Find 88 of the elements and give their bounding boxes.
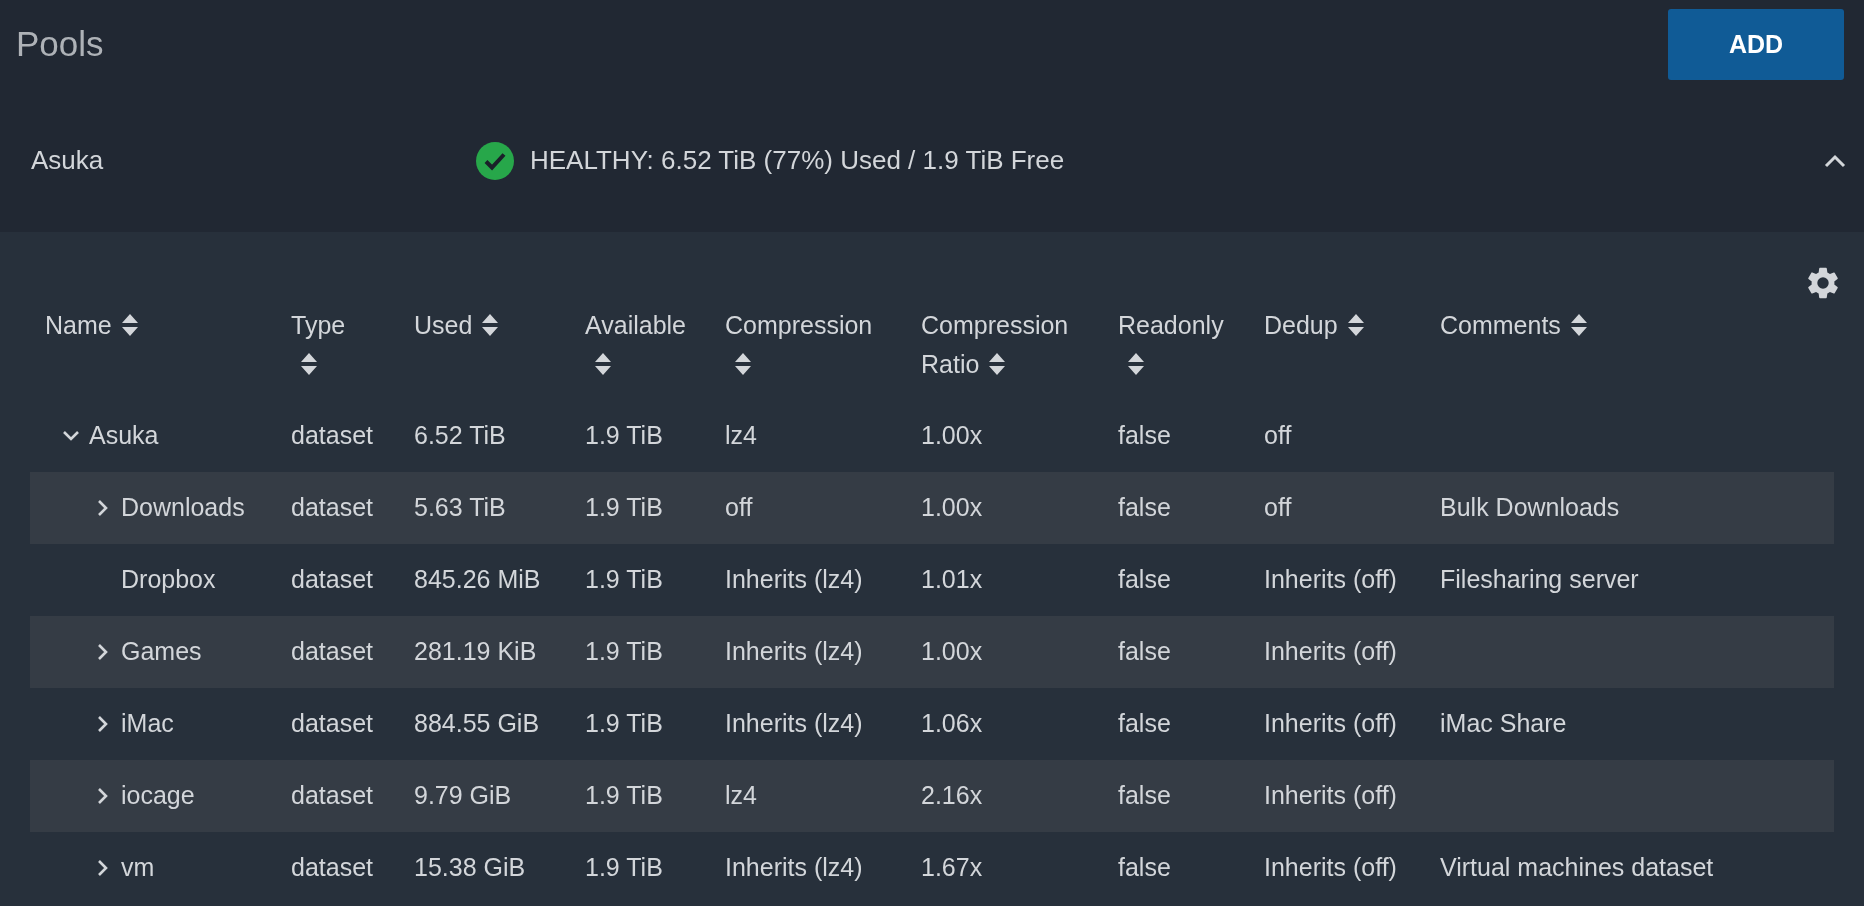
column-header[interactable]: Readonly — [1118, 306, 1233, 384]
table-cell: Inherits (lz4) — [725, 853, 863, 882]
page-title: Pools — [16, 23, 104, 66]
table-cell: Inherits (off) — [1264, 853, 1397, 882]
add-button[interactable]: ADD — [1668, 9, 1844, 80]
table-cell: dataset — [291, 493, 373, 522]
column-header[interactable]: Compression — [725, 306, 890, 384]
table-cell: Inherits (lz4) — [725, 565, 863, 594]
sort-icon[interactable] — [595, 353, 611, 375]
table-row[interactable]: iocage dataset 9.79 GiB 1.9 TiB lz4 2.16x false Inherits (off) — [30, 760, 1834, 832]
column-header[interactable]: Comments — [1440, 306, 1587, 345]
table-cell: false — [1118, 421, 1171, 450]
pool-status: HEALTHY: 6.52 TiB (77%) Used / 1.9 TiB Free — [530, 144, 1065, 177]
table-cell: 2.16x — [921, 781, 983, 810]
column-header[interactable]: Type — [291, 306, 361, 384]
table-cell: 1.67x — [921, 853, 983, 882]
dataset-name: iocage — [121, 780, 195, 812]
table-cell: off — [1264, 493, 1292, 522]
table-cell: iMac Share — [1440, 709, 1567, 738]
table-cell: 1.9 TiB — [585, 781, 663, 810]
column-header[interactable]: Dedup — [1264, 306, 1364, 345]
dataset-name: Asuka — [89, 420, 159, 452]
table-cell: off — [725, 493, 753, 522]
chevron-icon[interactable] — [1824, 153, 1846, 168]
table-cell: false — [1118, 781, 1171, 810]
pool-header[interactable]: Asuka HEALTHY: 6.52 TiB (77%) Used / 1.9 TiB Free — [0, 89, 1864, 232]
sort-icon[interactable] — [1128, 353, 1144, 375]
table-row[interactable]: Downloads dataset 5.63 TiB 1.9 TiB off 1.00x false off Bulk Downloads — [30, 472, 1834, 544]
table-cell: 1.9 TiB — [585, 637, 663, 666]
table-cell: 1.01x — [921, 565, 983, 594]
table-cell: 1.9 TiB — [585, 421, 663, 450]
dataset-name: Downloads — [121, 492, 245, 524]
table-cell: Inherits (off) — [1264, 565, 1397, 594]
dataset-name: Dropbox — [121, 564, 216, 596]
table-cell: 1.00x — [921, 421, 983, 450]
table-cell: false — [1118, 637, 1171, 666]
table-cell: 845.26 MiB — [414, 565, 541, 594]
table-cell: 9.79 GiB — [414, 781, 512, 810]
dataset-name: vm — [121, 852, 155, 884]
dataset-name: Games — [121, 636, 202, 668]
sort-icon[interactable] — [482, 314, 499, 336]
check-icon — [476, 141, 514, 180]
table-cell: 1.9 TiB — [585, 565, 663, 594]
table-cell: 884.55 GiB — [414, 709, 540, 738]
table-cell: Inherits (lz4) — [725, 709, 863, 738]
table-cell: dataset — [291, 565, 373, 594]
table-cell: false — [1118, 709, 1171, 738]
table-cell: lz4 — [725, 421, 757, 450]
table-cell: dataset — [291, 637, 373, 666]
table-cell: false — [1118, 853, 1171, 882]
table-cell: 1.00x — [921, 637, 983, 666]
table-cell: false — [1118, 493, 1171, 522]
dataset-name: iMac — [121, 708, 174, 740]
table-cell: false — [1118, 565, 1171, 594]
table-cell: dataset — [291, 781, 373, 810]
sort-icon[interactable] — [301, 353, 317, 375]
table-cell: Filesharing server — [1440, 565, 1639, 594]
sort-icon[interactable] — [121, 314, 138, 336]
table-cell: off — [1264, 421, 1292, 450]
table-row[interactable]: Games dataset 281.19 KiB 1.9 TiB Inherits (lz4) 1.00x false Inherits (off) — [30, 616, 1834, 688]
column-header[interactable]: Used — [414, 306, 499, 345]
pool-name: Asuka — [31, 144, 105, 177]
table-cell: Bulk Downloads — [1440, 493, 1620, 522]
sort-icon[interactable] — [1570, 314, 1587, 336]
table-cell: Inherits (off) — [1264, 709, 1397, 738]
table-cell: 1.00x — [921, 493, 983, 522]
table-cell: Inherits (off) — [1264, 781, 1397, 810]
table-cell: lz4 — [725, 781, 757, 810]
table-cell: Inherits (lz4) — [725, 637, 863, 666]
table-cell: dataset — [291, 853, 373, 882]
table-cell: Inherits (off) — [1264, 637, 1397, 666]
table-cell: 15.38 GiB — [414, 853, 526, 882]
table-cell: 1.9 TiB — [585, 493, 663, 522]
table-cell: 5.63 TiB — [414, 493, 506, 522]
table-cell: dataset — [291, 421, 373, 450]
table-cell: Virtual machines dataset — [1440, 853, 1714, 882]
table-cell: dataset — [291, 709, 373, 738]
column-header[interactable]: Compression Ratio — [921, 306, 1081, 384]
sort-icon[interactable] — [989, 353, 1006, 375]
sort-icon[interactable] — [1347, 314, 1364, 336]
column-header[interactable]: Available — [585, 306, 700, 384]
table-cell: 281.19 KiB — [414, 637, 537, 666]
table-cell: 6.52 TiB — [414, 421, 506, 450]
table-cell: 1.06x — [921, 709, 983, 738]
column-header[interactable]: Name — [45, 306, 138, 345]
table-cell: 1.9 TiB — [585, 853, 663, 882]
sort-icon[interactable] — [735, 353, 751, 375]
table-cell: 1.9 TiB — [585, 709, 663, 738]
